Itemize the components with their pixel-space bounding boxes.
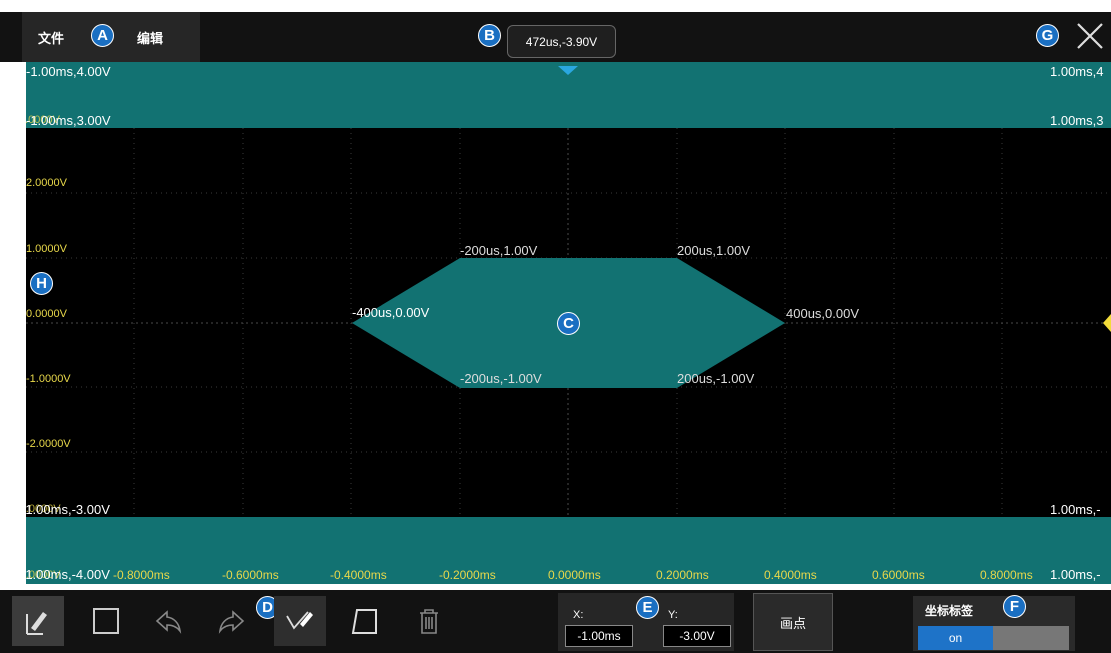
toggle-on-state: on bbox=[918, 626, 993, 650]
vertex-label: -200us,-1.00V bbox=[460, 371, 542, 386]
mask-canvas[interactable]: -1.00ms,4.00V 1.00ms,4 3.0000V -1.00ms,3… bbox=[26, 62, 1111, 584]
redo-icon bbox=[218, 610, 245, 634]
y-axis-label-minus-2v: -2.0000V bbox=[26, 438, 71, 450]
upper-mask-top-left-label: -1.00ms,4.00V bbox=[26, 64, 111, 79]
lower-mask-bottom-right-label: 1.00ms,- bbox=[1050, 567, 1101, 582]
plot-point-button[interactable]: 画点 bbox=[753, 593, 833, 651]
undo-button[interactable] bbox=[142, 596, 194, 646]
lower-mask-top-right-label: 1.00ms,- bbox=[1050, 502, 1101, 517]
bottom-toolbar: D X: -1.00ms E Y: -3.00V 画点 坐标标签 on F bbox=[0, 590, 1111, 653]
callout-badge-b: B bbox=[478, 24, 501, 47]
trapezoid-tool[interactable] bbox=[338, 596, 390, 646]
x-axis-label: 0.4000ms bbox=[764, 568, 817, 582]
x-axis-label: -0.8000ms bbox=[113, 568, 170, 582]
redo-button[interactable] bbox=[206, 596, 258, 646]
x-coordinate-field[interactable]: -1.00ms bbox=[565, 625, 633, 647]
y-axis-label-2v: 2.0000V bbox=[26, 177, 67, 189]
x-axis-label: 0.0000ms bbox=[548, 568, 601, 582]
x-axis-label: 0.2000ms bbox=[656, 568, 709, 582]
vertex-label: -400us,0.00V bbox=[352, 305, 430, 320]
upper-mask-top-right-label: 1.00ms,4 bbox=[1050, 64, 1104, 79]
coordinate-labels-title: 坐标标签 bbox=[925, 604, 974, 618]
lower-mask-bottom-left-label: -1.00ms,-4.00V bbox=[26, 567, 110, 582]
rectangle-icon bbox=[93, 608, 119, 634]
x-axis-label: 0.8000ms bbox=[980, 568, 1033, 582]
cursor-position-readout: 472us,-3.90V bbox=[507, 25, 616, 58]
upper-mask-bottom-right-label: 1.00ms,3 bbox=[1050, 113, 1104, 128]
lower-mask-top-left-label: -1.00ms,-3.00V bbox=[26, 502, 110, 517]
callout-badge-a: A bbox=[91, 24, 114, 47]
callout-badge-e: E bbox=[636, 596, 659, 619]
vertex-label: 400us,0.00V bbox=[786, 306, 860, 321]
menu-file[interactable]: 文件 bbox=[38, 12, 64, 62]
vertex-label: -200us,1.00V bbox=[460, 243, 538, 258]
mask-editor-window: 文件 A 编辑 B 472us,-3.90V G -1.00ms,4.00V 1… bbox=[0, 0, 1111, 653]
menu-edit[interactable]: 编辑 bbox=[137, 12, 163, 62]
rectangle-tool[interactable] bbox=[80, 596, 132, 646]
delete-icon bbox=[420, 609, 438, 634]
undo-icon bbox=[155, 610, 182, 634]
y-axis-label-minus-1v: -1.0000V bbox=[26, 373, 71, 385]
coordinate-labels-toggle[interactable]: on bbox=[918, 626, 1069, 650]
vertex-label: 200us,-1.00V bbox=[677, 371, 755, 386]
delete-button[interactable] bbox=[403, 596, 455, 646]
close-icon[interactable] bbox=[1072, 18, 1108, 54]
level-marker-icon bbox=[1103, 314, 1111, 332]
upper-mask-bottom-left-label: -1.00ms,3.00V bbox=[26, 113, 111, 128]
x-axis-label: -0.4000ms bbox=[330, 568, 387, 582]
callout-badge-c: C bbox=[557, 312, 580, 335]
vertex-label: 200us,1.00V bbox=[677, 243, 751, 258]
callout-badge-g: G bbox=[1036, 24, 1059, 47]
y-axis-label-1v: 1.0000V bbox=[26, 243, 67, 255]
trapezoid-icon bbox=[351, 609, 377, 634]
x-axis-label: 0.6000ms bbox=[872, 568, 925, 582]
point-pen-icon bbox=[286, 611, 313, 630]
trigger-marker-icon bbox=[558, 66, 578, 75]
coordinate-labels-panel: 坐标标签 on bbox=[913, 596, 1075, 651]
point-pen-tool[interactable] bbox=[274, 596, 326, 646]
callout-badge-h: H bbox=[30, 272, 53, 295]
y-coordinate-label: Y: bbox=[668, 609, 678, 621]
x-axis-label: -0.2000ms bbox=[439, 568, 496, 582]
pen-select-icon bbox=[26, 612, 47, 635]
pen-select-tool[interactable] bbox=[12, 596, 64, 646]
y-axis-label-0v: 0.0000V bbox=[26, 308, 67, 320]
x-axis-label: -0.6000ms bbox=[222, 568, 279, 582]
top-bar: 文件 A 编辑 B 472us,-3.90V G bbox=[0, 12, 1111, 62]
callout-badge-f: F bbox=[1003, 595, 1026, 618]
x-coordinate-label: X: bbox=[573, 609, 584, 621]
y-coordinate-field[interactable]: -3.00V bbox=[663, 625, 731, 647]
